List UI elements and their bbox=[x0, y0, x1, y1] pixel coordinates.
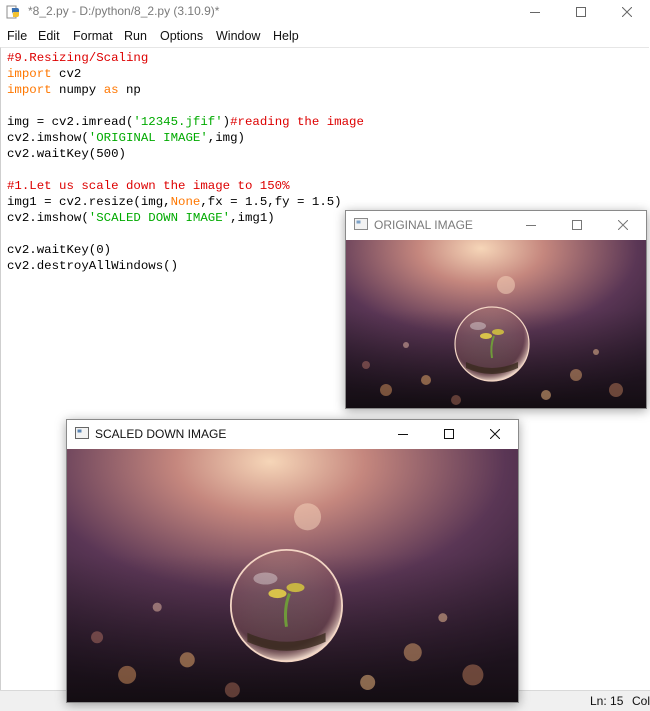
scaled-image bbox=[67, 449, 518, 702]
close-icon bbox=[622, 7, 632, 17]
original-image-window[interactable]: ORIGINAL IMAGE bbox=[345, 210, 647, 409]
menu-help[interactable]: Help bbox=[273, 29, 299, 43]
original-minimize-button[interactable] bbox=[508, 211, 554, 239]
code-line[interactable]: cv2.destroyAllWindows() bbox=[7, 258, 364, 274]
code-line[interactable] bbox=[7, 162, 364, 178]
scaled-window-titlebar[interactable]: SCALED DOWN IMAGE bbox=[67, 420, 518, 448]
minimize-button[interactable] bbox=[512, 0, 558, 24]
code-token: img = cv2.imread( bbox=[7, 115, 134, 129]
menu-bar: File Edit Format Run Options Window Help bbox=[0, 27, 650, 47]
original-window-title: ORIGINAL IMAGE bbox=[374, 218, 473, 232]
code-token: img1 = cv2.resize(img, bbox=[7, 195, 171, 209]
code-token: cv2.waitKey(0) bbox=[7, 243, 112, 257]
close-icon bbox=[618, 220, 628, 230]
scaled-close-button[interactable] bbox=[472, 420, 518, 448]
code-token-com: #reading the image bbox=[230, 115, 364, 129]
original-maximize-button[interactable] bbox=[554, 211, 600, 239]
code-line[interactable]: cv2.waitKey(0) bbox=[7, 242, 364, 258]
code-line[interactable]: cv2.imshow('ORIGINAL IMAGE',img) bbox=[7, 130, 364, 146]
code-line[interactable]: import cv2 bbox=[7, 66, 364, 82]
code-token: np bbox=[118, 83, 141, 97]
minimize-icon bbox=[526, 225, 536, 226]
code-token: numpy bbox=[51, 83, 104, 97]
scaled-image-window[interactable]: SCALED DOWN IMAGE bbox=[66, 419, 519, 703]
code-token-str: '12345.jfif' bbox=[133, 115, 223, 129]
close-icon bbox=[490, 429, 500, 439]
code-token: ,fx = 1.5,fy = 1.5) bbox=[200, 195, 342, 209]
code-line[interactable]: img = cv2.imread('12345.jfif')#reading t… bbox=[7, 114, 364, 130]
code-token: cv2.imshow( bbox=[7, 131, 89, 145]
code-line[interactable] bbox=[7, 98, 364, 114]
window-title: *8_2.py - D:/python/8_2.py (3.10.9)* bbox=[28, 4, 220, 18]
code-line[interactable] bbox=[7, 226, 364, 242]
code-token-com: #1.Let us scale down the image to 150% bbox=[7, 179, 290, 193]
scaled-minimize-button[interactable] bbox=[380, 420, 426, 448]
code-token: cv2.destroyAllWindows() bbox=[7, 259, 179, 273]
menu-window[interactable]: Window bbox=[216, 29, 260, 43]
scaled-window-title: SCALED DOWN IMAGE bbox=[95, 427, 227, 441]
code-line[interactable]: #9.Resizing/Scaling bbox=[7, 50, 364, 66]
scaled-maximize-button[interactable] bbox=[426, 420, 472, 448]
status-line: Ln: 15 bbox=[590, 694, 624, 708]
menu-format[interactable]: Format bbox=[73, 29, 113, 43]
window-titlebar: *8_2.py - D:/python/8_2.py (3.10.9)* bbox=[0, 0, 650, 24]
code-token: cv2 bbox=[51, 67, 82, 81]
python-icon bbox=[6, 5, 19, 19]
code-line[interactable]: cv2.imshow('SCALED DOWN IMAGE',img1) bbox=[7, 210, 364, 226]
menu-run[interactable]: Run bbox=[124, 29, 147, 43]
maximize-icon bbox=[572, 220, 582, 230]
maximize-icon bbox=[444, 429, 454, 439]
opencv-window-icon bbox=[354, 218, 368, 230]
minimize-icon bbox=[530, 12, 540, 13]
menu-file[interactable]: File bbox=[7, 29, 27, 43]
code-token-com: #9.Resizing/Scaling bbox=[7, 51, 149, 65]
code-line[interactable]: cv2.waitKey(500) bbox=[7, 146, 364, 162]
code-text[interactable]: #9.Resizing/Scaling import cv2 import nump… bbox=[7, 50, 364, 274]
code-token: ,img1) bbox=[230, 211, 275, 225]
code-token: ) bbox=[222, 115, 231, 129]
original-window-titlebar[interactable]: ORIGINAL IMAGE bbox=[346, 211, 646, 239]
code-token-kw: None bbox=[170, 195, 201, 209]
maximize-icon bbox=[576, 7, 586, 17]
close-button[interactable] bbox=[604, 0, 650, 24]
code-token: cv2.waitKey(500) bbox=[7, 147, 126, 161]
original-image bbox=[346, 240, 646, 408]
maximize-button[interactable] bbox=[558, 0, 604, 24]
code-line[interactable]: #1.Let us scale down the image to 150% bbox=[7, 178, 364, 194]
bubble-photo-large bbox=[67, 449, 518, 702]
code-token-kw: import bbox=[7, 83, 52, 97]
code-token-str: 'SCALED DOWN IMAGE' bbox=[88, 211, 231, 225]
original-close-button[interactable] bbox=[600, 211, 646, 239]
code-line[interactable]: img1 = cv2.resize(img,None,fx = 1.5,fy =… bbox=[7, 194, 364, 210]
code-token: cv2.imshow( bbox=[7, 211, 89, 225]
status-col: Col bbox=[632, 694, 650, 708]
code-token-str: 'ORIGINAL IMAGE' bbox=[88, 131, 208, 145]
code-token-kw: import bbox=[7, 67, 52, 81]
code-line[interactable]: import numpy as np bbox=[7, 82, 364, 98]
opencv-window-icon bbox=[75, 427, 89, 439]
bubble-photo-small bbox=[346, 240, 646, 408]
minimize-icon bbox=[398, 434, 408, 435]
code-token: ,img) bbox=[207, 131, 245, 145]
menu-options[interactable]: Options bbox=[160, 29, 203, 43]
menu-edit[interactable]: Edit bbox=[38, 29, 60, 43]
code-token-kw: as bbox=[103, 83, 119, 97]
